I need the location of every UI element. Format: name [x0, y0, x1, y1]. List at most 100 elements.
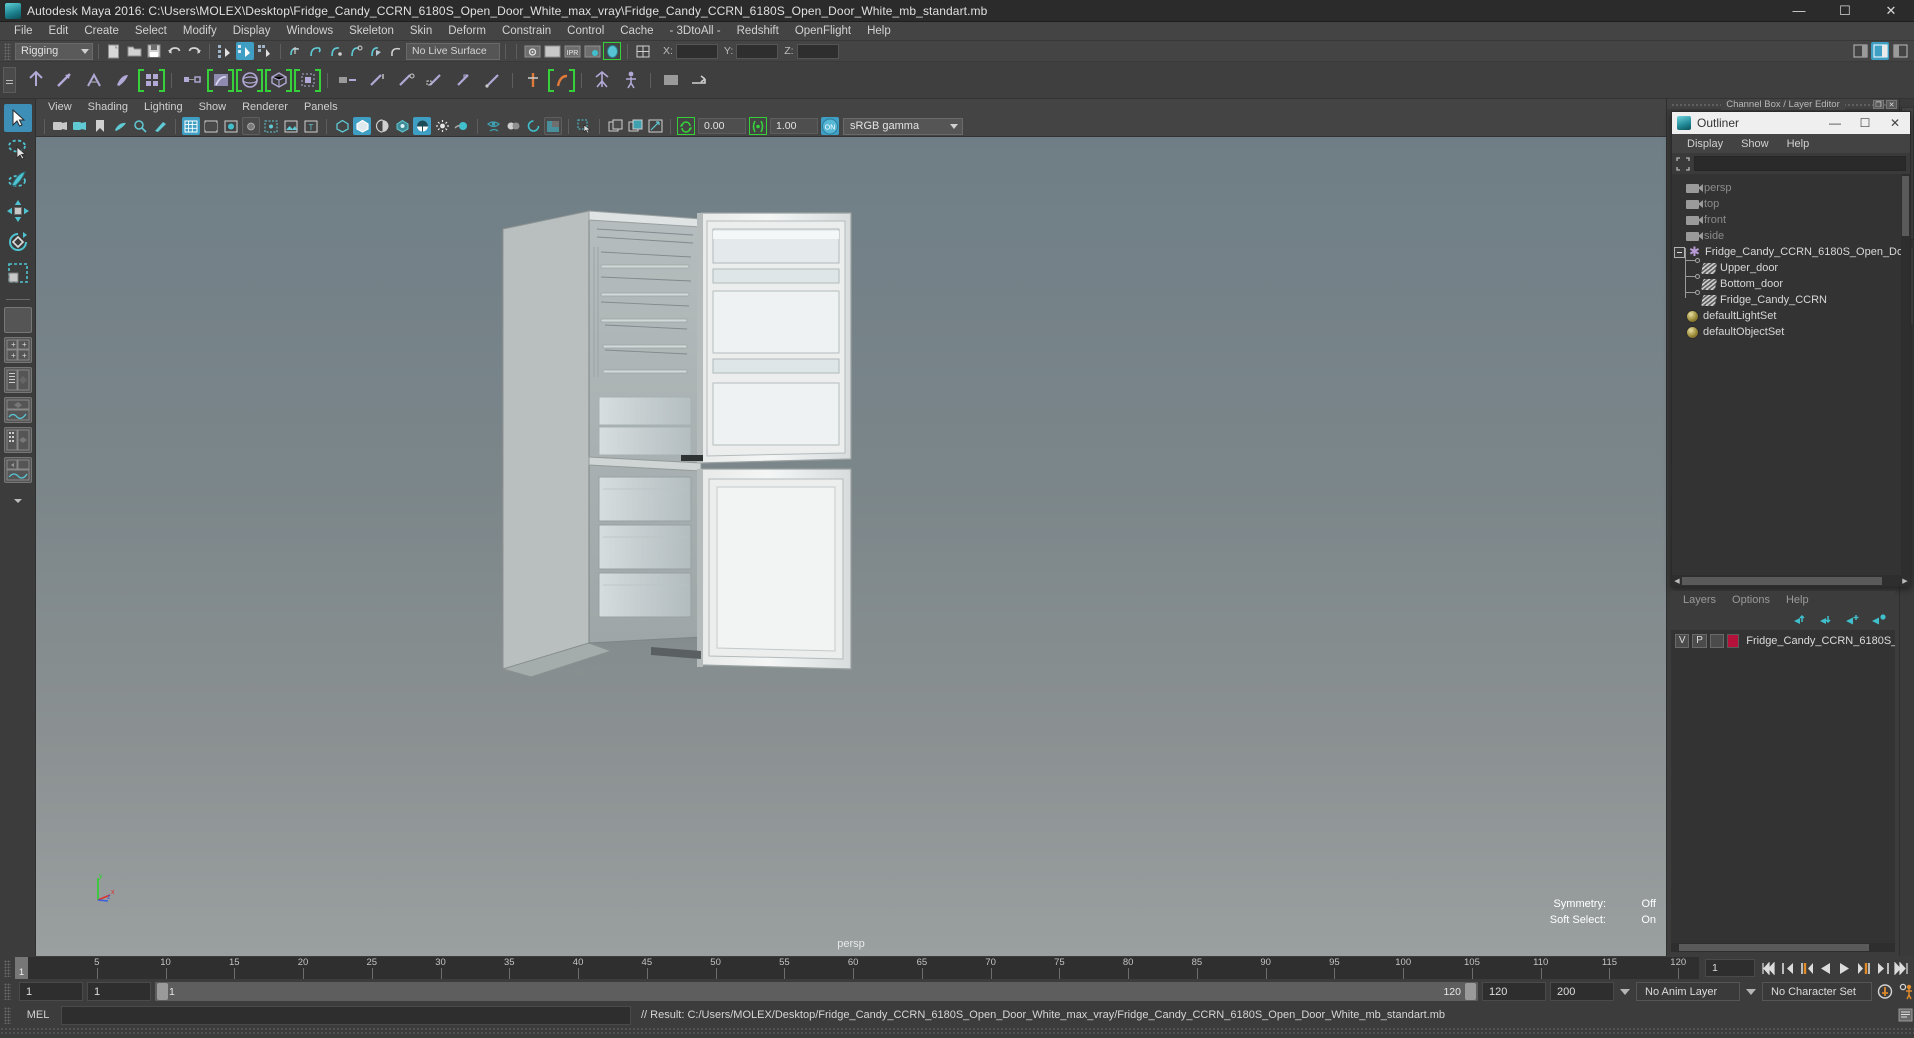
shelf-tab-menu-button[interactable]	[3, 67, 16, 93]
z-field[interactable]	[796, 43, 839, 59]
textured-mode-icon[interactable]	[242, 117, 260, 135]
bind-skin-icon[interactable]	[138, 67, 165, 94]
outliner-menu-help[interactable]: Help	[1778, 138, 1819, 150]
y-field[interactable]	[736, 43, 779, 59]
go-to-start-button[interactable]	[1760, 959, 1777, 977]
move-layer-down-icon[interactable]	[1818, 613, 1835, 626]
select-component-icon[interactable]	[256, 42, 274, 60]
outliner-search-input[interactable]	[1694, 156, 1906, 171]
tree-node-knob[interactable]	[1695, 258, 1700, 263]
render-current-frame-icon[interactable]	[523, 42, 541, 60]
new-scene-icon[interactable]	[105, 42, 123, 60]
layer-visibility-toggle[interactable]: V	[1675, 633, 1690, 648]
outliner-persp-layout-button[interactable]	[3, 367, 32, 393]
script-language-label[interactable]: MEL	[15, 1009, 61, 1021]
menu-skeleton[interactable]: Skeleton	[341, 22, 402, 41]
outliner-minimize-button[interactable]: —	[1820, 112, 1850, 134]
current-time-indicator[interactable]: 1	[15, 957, 28, 979]
menu-deform[interactable]: Deform	[440, 22, 494, 41]
use-default-material-icon[interactable]	[262, 117, 280, 135]
range-end-handle[interactable]	[1465, 983, 1476, 1000]
range-start-handle[interactable]	[157, 983, 168, 1000]
menu-select[interactable]: Select	[127, 22, 175, 41]
two-d-pan-zoom-icon[interactable]	[131, 117, 149, 135]
paint-weights-icon[interactable]	[109, 67, 136, 94]
create-layer-icon[interactable]	[1844, 613, 1861, 626]
move-tool[interactable]	[4, 197, 32, 225]
human-ik-icon[interactable]	[617, 67, 644, 94]
outliner-menu-show[interactable]: Show	[1732, 138, 1778, 150]
texture-border-icon[interactable]: T	[302, 117, 320, 135]
viewport-menu-show[interactable]: Show	[191, 99, 235, 116]
gamma-field[interactable]: 1.00	[770, 118, 818, 134]
toggle-ui-elements-icon[interactable]	[646, 117, 664, 135]
playback-start-time-field[interactable]: 1	[87, 982, 151, 1001]
shaded-mode-icon[interactable]	[222, 117, 240, 135]
snap-to-curve-icon[interactable]	[307, 42, 325, 60]
smooth-shade-all-icon[interactable]	[202, 117, 220, 135]
layer-shading-toggle[interactable]	[1709, 633, 1725, 648]
select-marquee-icon[interactable]	[575, 117, 593, 135]
character-set-dropdown-arrow[interactable]	[1744, 988, 1758, 995]
x-ray-shells-icon[interactable]	[504, 117, 522, 135]
hardware-texturing-icon[interactable]	[282, 117, 300, 135]
layer-menu-help[interactable]: Help	[1778, 594, 1817, 606]
viewport-menu-lighting[interactable]: Lighting	[136, 99, 191, 116]
view-transform-selector[interactable]: sRGB gamma	[843, 117, 963, 135]
display-lights-icon[interactable]	[393, 117, 411, 135]
animation-preferences-icon[interactable]	[1897, 983, 1914, 1001]
animation-end-time-field[interactable]: 200	[1550, 982, 1614, 1001]
outliner-item-defaultlightset[interactable]: defaultLightSet	[1672, 308, 1910, 324]
persp-graph-layout-button[interactable]	[3, 397, 32, 423]
menu-constrain[interactable]: Constrain	[494, 22, 559, 41]
outliner-item-front[interactable]: front	[1672, 212, 1910, 228]
mirror-joint-icon[interactable]	[178, 67, 205, 94]
outliner-graph-layout-button[interactable]	[3, 427, 32, 453]
layer-editor-horizontal-scrollbar[interactable]	[1671, 943, 1895, 952]
scroll-right-arrow[interactable]: ▶	[1900, 577, 1910, 585]
close-button[interactable]: ✕	[1868, 0, 1914, 21]
expand-layouts-button[interactable]	[4, 487, 32, 515]
maximize-button[interactable]: ☐	[1822, 0, 1868, 21]
auto-keyframe-toggle-icon[interactable]	[1876, 983, 1893, 1001]
camera-attributes-icon[interactable]	[71, 117, 89, 135]
viewport-texture-toggle-icon[interactable]	[544, 117, 562, 135]
outliner-tree[interactable]: persp top front side ✱ Fridge_Candy_CCRN_6180…	[1672, 174, 1910, 575]
four-view-layout-button[interactable]: + + + +	[3, 337, 32, 363]
hypershade-layout-button[interactable]	[3, 457, 32, 483]
layer-name[interactable]: Fridge_Candy_CCRN_6180S_Open_D	[1746, 635, 1895, 647]
viewport-menu-view[interactable]: View	[40, 99, 80, 116]
snap-to-projected-center-icon[interactable]	[347, 42, 365, 60]
cluster-deformer-icon[interactable]	[294, 67, 321, 94]
gamma-toggle-icon[interactable]	[749, 117, 767, 135]
script-editor-button[interactable]	[1897, 1006, 1914, 1024]
assume-preferred-angle-icon[interactable]	[548, 67, 575, 94]
range-slider-bar[interactable]: 1 120	[155, 982, 1478, 1001]
menu-file[interactable]: File	[6, 22, 41, 41]
wireframe-shaded-icon[interactable]	[182, 117, 200, 135]
outliner-item-bottom-door[interactable]: Bottom_door	[1672, 276, 1910, 292]
menu-create[interactable]: Create	[76, 22, 127, 41]
menu-set-selector[interactable]: Rigging	[15, 42, 93, 60]
outliner-maximize-button[interactable]: ☐	[1850, 112, 1880, 134]
viewport-menu-shading[interactable]: Shading	[80, 99, 136, 116]
hscrollbar-thumb[interactable]	[1682, 576, 1882, 585]
grease-pencil-icon[interactable]	[151, 117, 169, 135]
select-camera-icon[interactable]	[51, 117, 69, 135]
current-frame-field[interactable]: 1	[1705, 959, 1755, 977]
select-tool[interactable]	[3, 104, 32, 132]
layer-color-swatch[interactable]	[1727, 633, 1740, 648]
constrain-orient-icon[interactable]	[392, 67, 419, 94]
constrain-pole-vector-icon[interactable]	[479, 67, 506, 94]
ipr-render-icon[interactable]: IPR	[563, 42, 581, 60]
toggle-channel-box-icon[interactable]	[1891, 42, 1909, 60]
menu-windows[interactable]: Windows	[278, 22, 341, 41]
wrap-deformer-icon[interactable]	[265, 67, 292, 94]
outliner-item-persp[interactable]: persp	[1672, 180, 1910, 196]
deformer-lattice-icon[interactable]	[236, 67, 263, 94]
rotate-tool[interactable]	[4, 228, 32, 256]
move-layer-up-icon[interactable]	[1792, 613, 1809, 626]
menu-display[interactable]: Display	[225, 22, 279, 41]
collapse-expander-icon[interactable]	[1674, 246, 1685, 258]
menu-cache[interactable]: Cache	[612, 22, 661, 41]
